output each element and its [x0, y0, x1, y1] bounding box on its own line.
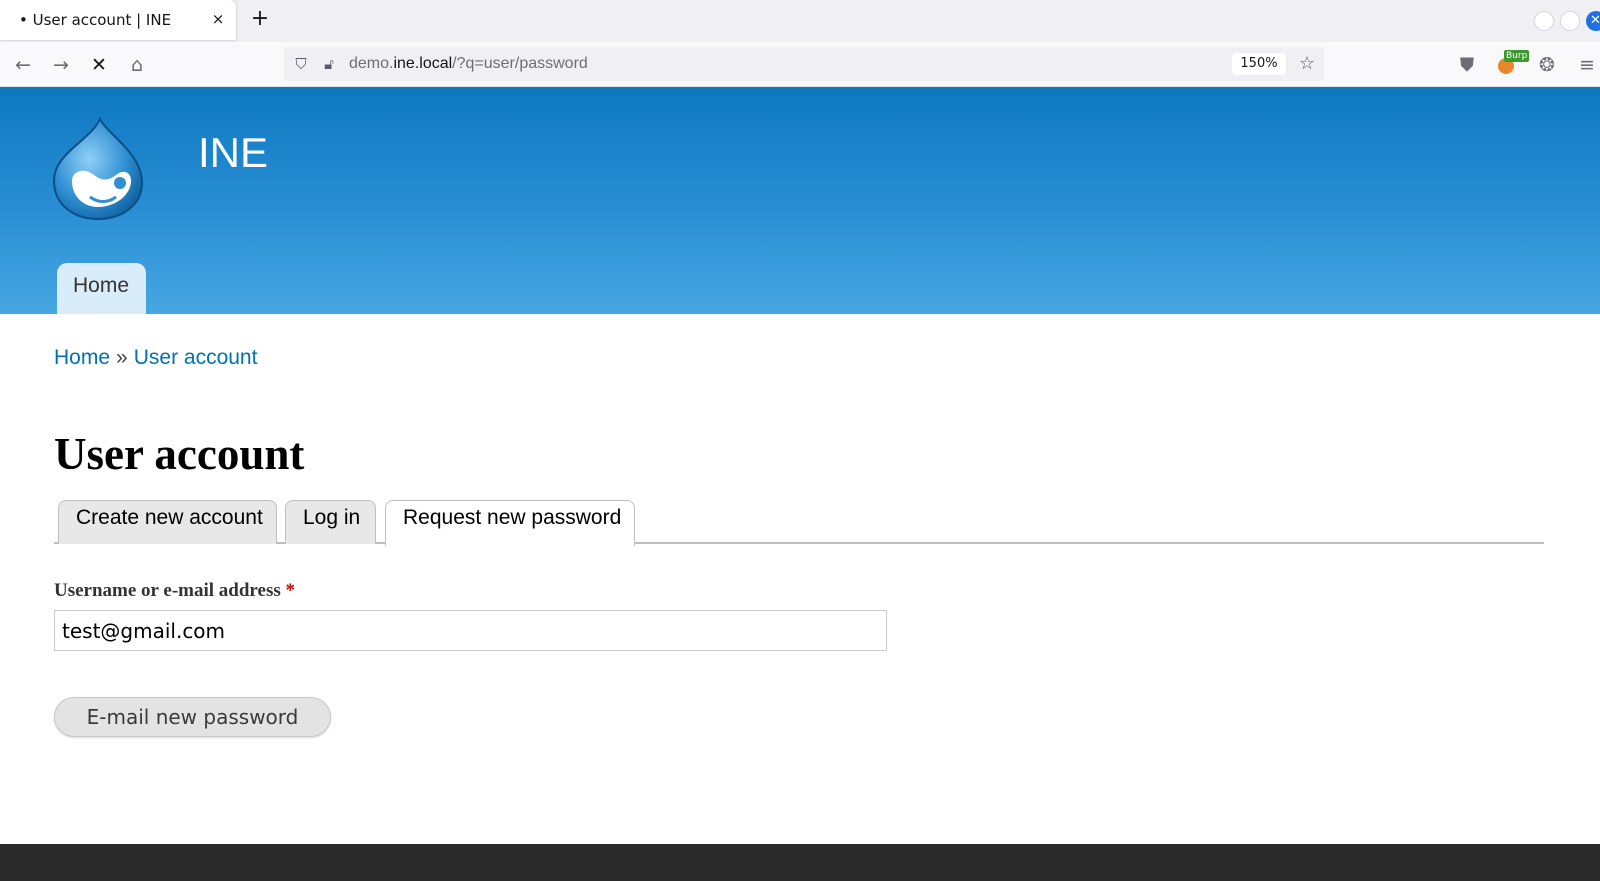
burp-extension-icon[interactable]: Burp [1496, 50, 1530, 76]
tab-request-new-password[interactable]: Request new password [385, 500, 635, 546]
shield-icon[interactable]: ⛉ [290, 53, 312, 75]
cookie-icon[interactable]: ❂ [1534, 52, 1560, 78]
minimize-window-button[interactable] [1534, 11, 1554, 31]
username-label: Username or e-mail address * [54, 580, 295, 602]
username-email-input[interactable]: test@gmail.com [54, 610, 887, 651]
back-arrow-icon[interactable]: ← [10, 52, 36, 78]
address-bar[interactable]: ⛉ 🔓︎ demo.ine.local/?q=user/password 150… [284, 47, 1324, 81]
browser-tab-bar: • User account | INE × + ✕ [0, 0, 1600, 42]
primary-nav-home-label: Home [73, 274, 130, 297]
zoom-level-badge[interactable]: 150% [1232, 53, 1286, 75]
required-marker: * [285, 580, 296, 601]
burp-badge: Burp [1504, 50, 1530, 62]
home-icon[interactable]: ⌂ [124, 52, 150, 78]
forward-arrow-icon[interactable]: → [48, 52, 74, 78]
drupal-logo-icon[interactable] [50, 116, 146, 221]
url-text[interactable]: demo.ine.local/?q=user/password [349, 55, 588, 73]
username-label-text: Username or e-mail address [54, 580, 281, 601]
maximize-window-button[interactable] [1560, 11, 1580, 31]
menu-hamburger-icon[interactable]: ≡ [1574, 52, 1600, 78]
site-header: INE Home [0, 87, 1600, 314]
new-tab-button[interactable]: + [248, 8, 272, 32]
site-footer [0, 844, 1600, 881]
browser-tab[interactable]: • User account | INE × [0, 0, 236, 40]
close-window-button[interactable]: ✕ [1586, 11, 1600, 31]
url-host: ine.local [393, 55, 453, 72]
breadcrumb-home-link[interactable]: Home [54, 346, 110, 369]
email-new-password-button[interactable]: E-mail new password [54, 697, 331, 737]
breadcrumb-user-account-link[interactable]: User account [134, 346, 258, 369]
tab-create-new-account[interactable]: Create new account [58, 500, 277, 544]
breadcrumb-separator: » [116, 346, 128, 369]
page-title: User account [54, 429, 305, 479]
browser-nav-bar: ← → ✕ ⌂ ⛉ 🔓︎ demo.ine.local/?q=user/pass… [0, 42, 1600, 87]
tab-log-in[interactable]: Log in [285, 500, 376, 544]
url-host-prefix: demo. [349, 55, 394, 72]
url-path: /?q=user/password [452, 55, 588, 72]
tabs-divider [54, 542, 1544, 544]
browser-tab-title: • User account | INE [19, 11, 172, 29]
breadcrumb: Home » User account [54, 346, 257, 370]
stop-loading-icon[interactable]: ✕ [86, 52, 112, 78]
insecure-lock-icon[interactable]: 🔓︎ [318, 53, 340, 75]
bookmark-star-icon[interactable]: ☆ [1296, 53, 1318, 75]
close-tab-icon[interactable]: × [208, 9, 228, 29]
primary-nav-home[interactable]: Home [57, 263, 146, 314]
site-name[interactable]: INE [198, 129, 268, 177]
pocket-icon[interactable]: ⛊ [1454, 52, 1480, 78]
